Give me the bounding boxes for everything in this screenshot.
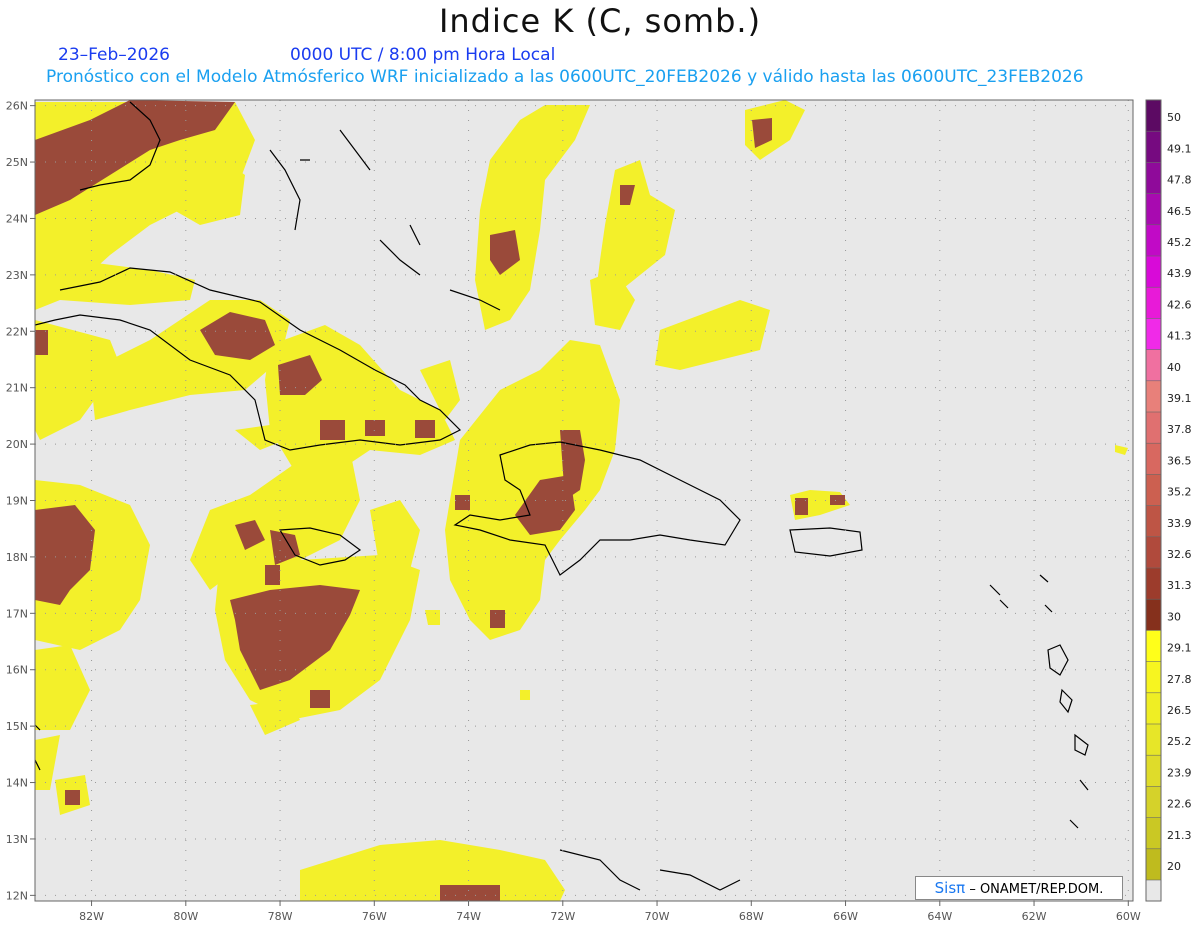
credit-box: Sisπ – ONAMET/REP.DOM.	[915, 876, 1123, 900]
lon-tick-label: 66W	[833, 910, 858, 923]
sispi-logo: Sisπ	[934, 879, 966, 897]
colorbar-swatch	[1146, 505, 1161, 537]
colorbar-label: 47.8	[1167, 174, 1192, 187]
colorbar-label: 21.3	[1167, 829, 1192, 842]
colorbar-swatch	[1146, 193, 1161, 225]
colorbar-label: 25.2	[1167, 735, 1192, 748]
lat-tick-label: 22N	[6, 325, 28, 338]
colorbar-swatch	[1146, 692, 1161, 724]
colorbar-label: 23.9	[1167, 766, 1192, 779]
colorbar-swatch	[1146, 380, 1161, 412]
credit-org: – ONAMET/REP.DOM.	[965, 882, 1104, 897]
colorbar-swatch	[1146, 318, 1161, 350]
colorbar-swatch	[1146, 412, 1161, 444]
colorbar-swatch	[1146, 599, 1161, 631]
colorbar-swatch	[1146, 630, 1161, 662]
colorbar-label: 30	[1167, 610, 1181, 623]
colorbar-swatch-below-20	[1146, 880, 1161, 901]
lon-tick-label: 76W	[362, 910, 387, 923]
colorbar-swatch	[1146, 349, 1161, 381]
lon-tick-label: 70W	[645, 910, 670, 923]
colorbar-label: 45.2	[1167, 236, 1192, 249]
colorbar-swatch	[1146, 755, 1161, 787]
lon-tick-label: 80W	[173, 910, 198, 923]
lat-tick-label: 26N	[6, 100, 28, 113]
lon-tick-label: 64W	[927, 910, 952, 923]
colorbar-swatch	[1146, 848, 1161, 880]
colorbar-label: 32.6	[1167, 548, 1192, 561]
colorbar-swatch	[1146, 224, 1161, 256]
lat-tick-label: 18N	[6, 551, 28, 564]
colorbar-label: 27.8	[1167, 673, 1192, 686]
lat-tick-label: 15N	[6, 720, 28, 733]
colorbar-swatch	[1146, 256, 1161, 288]
colorbar-swatch	[1146, 131, 1161, 163]
colorbar-swatch	[1146, 817, 1161, 849]
colorbar-label: 20	[1167, 860, 1181, 873]
lon-tick-label: 82W	[79, 910, 104, 923]
lat-tick-label: 20N	[6, 438, 28, 451]
colorbar-swatch	[1146, 100, 1161, 132]
colorbar-label: 36.5	[1167, 454, 1192, 467]
colorbar-swatch	[1146, 443, 1161, 475]
colorbar-label: 31.3	[1167, 579, 1192, 592]
lat-tick-label: 19N	[6, 495, 28, 508]
colorbar-label: 46.5	[1167, 205, 1192, 218]
lat-tick-label: 17N	[6, 607, 28, 620]
colorbar-label: 43.9	[1167, 267, 1192, 280]
lat-tick-label: 24N	[6, 212, 28, 225]
colorbar-label: 42.6	[1167, 298, 1192, 311]
colorbar-label: 22.6	[1167, 798, 1192, 811]
lat-tick-label: 14N	[6, 777, 28, 790]
lon-tick-label: 72W	[550, 910, 575, 923]
colorbar-swatch	[1146, 287, 1161, 319]
colorbar-label: 26.5	[1167, 704, 1192, 717]
lon-tick-label: 62W	[1022, 910, 1047, 923]
colorbar-label: 39.1	[1167, 392, 1192, 405]
lat-tick-label: 23N	[6, 269, 28, 282]
colorbar-label: 37.8	[1167, 423, 1192, 436]
lat-tick-label: 12N	[6, 889, 28, 902]
lat-tick-label: 16N	[6, 664, 28, 677]
colorbar-swatch	[1146, 661, 1161, 693]
lat-tick-label: 13N	[6, 833, 28, 846]
lon-tick-label: 78W	[268, 910, 293, 923]
colorbar-label: 40	[1167, 361, 1181, 374]
lat-tick-label: 21N	[6, 382, 28, 395]
lon-tick-label: 74W	[456, 910, 481, 923]
colorbar: 50 49.1 47.8 46.5 45.2 43.9 42.6 41.3 40 39.1 37.8…	[1145, 99, 1192, 902]
lon-tick-label: 68W	[739, 910, 764, 923]
colorbar-label: 49.1	[1167, 142, 1192, 155]
colorbar-swatch	[1146, 536, 1161, 568]
colorbar-swatch	[1146, 786, 1161, 818]
colorbar-swatch	[1146, 162, 1161, 194]
colorbar-swatch	[1146, 474, 1161, 506]
colorbar-label: 33.9	[1167, 517, 1192, 530]
colorbar-swatch	[1146, 568, 1161, 600]
k-index-map: 82W 80W 78W 76W 74W 72W 70W 68W 66W 64W 62W 60W 12N 1…	[6, 99, 1192, 923]
colorbar-swatch	[1146, 724, 1161, 756]
colorbar-label: 50	[1167, 111, 1181, 124]
colorbar-label: 41.3	[1167, 330, 1192, 343]
lon-tick-label: 60W	[1116, 910, 1141, 923]
colorbar-label: 29.1	[1167, 642, 1192, 655]
colorbar-label: 35.2	[1167, 486, 1192, 499]
lat-tick-label: 25N	[6, 156, 28, 169]
